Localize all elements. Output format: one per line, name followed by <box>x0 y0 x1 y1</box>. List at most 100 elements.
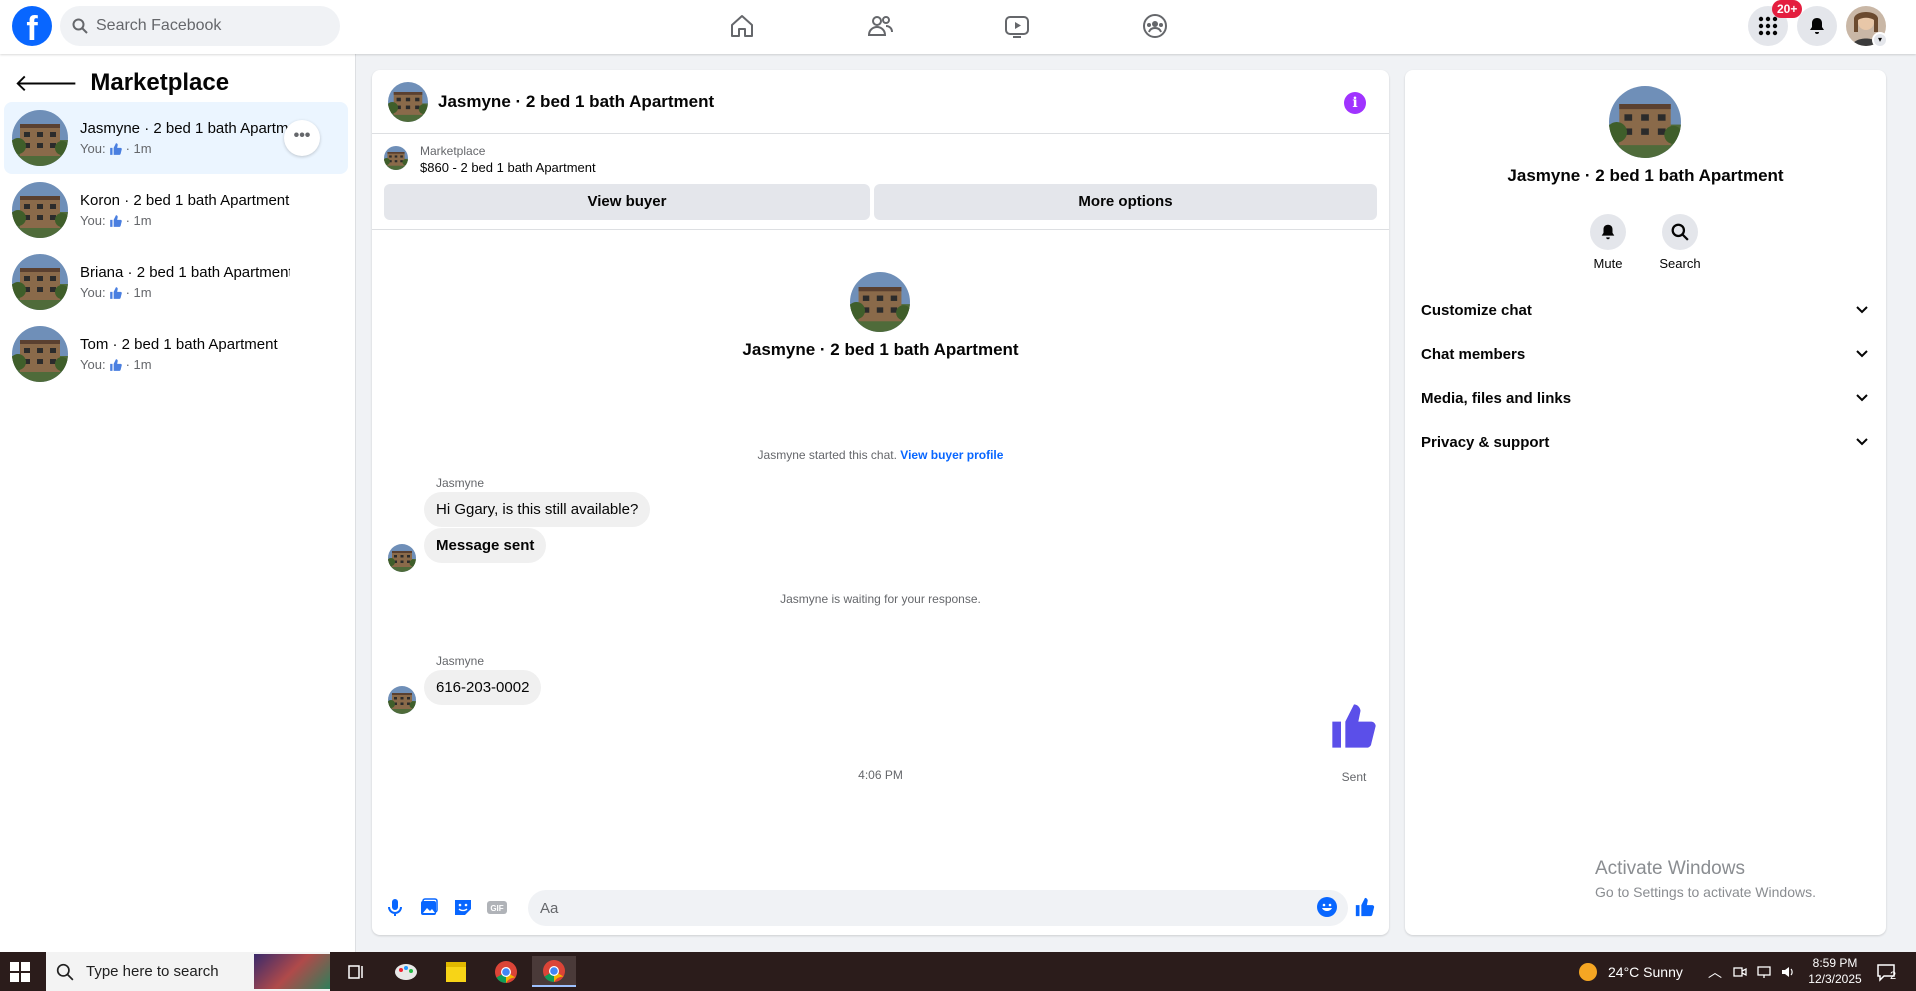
search-input[interactable] <box>96 17 316 35</box>
taskbar-clock[interactable]: 8:59 PM 12/3/2025 <box>1800 955 1870 987</box>
message-composer: GIF <box>372 884 1389 932</box>
conversation-item[interactable]: Tom · 2 bed 1 bath Apartment You: · 1m <box>4 318 348 390</box>
view-buyer-button[interactable]: View buyer <box>384 184 870 220</box>
bell-icon <box>1810 18 1824 34</box>
conversation-name: Tom · 2 bed 1 bath Apartment <box>80 336 278 353</box>
conversation-avatar <box>12 182 68 238</box>
listing-price-title[interactable]: $860 - 2 bed 1 bath Apartment <box>420 160 596 175</box>
watch-video-icon[interactable] <box>1003 12 1033 42</box>
chat-title[interactable]: Jasmyne · 2 bed 1 bath Apartment <box>438 92 714 112</box>
conversation-item[interactable]: Koron · 2 bed 1 bath Apartment You: · 1m <box>4 174 348 246</box>
back-arrow-icon[interactable]: 🡐 <box>14 68 78 98</box>
sun-icon <box>1579 962 1597 981</box>
sticky-notes-icon[interactable] <box>436 956 476 987</box>
network-icon[interactable] <box>1756 964 1772 980</box>
search-action[interactable]: Search <box>1645 214 1715 271</box>
action-center-button[interactable]: 2 <box>1876 952 1896 991</box>
windows-start-icon[interactable] <box>10 962 30 982</box>
notifications-button[interactable] <box>1797 6 1837 46</box>
search-label: Search <box>1659 256 1701 271</box>
conversation-prefix: You: <box>80 285 106 300</box>
conversation-time: · 1m <box>125 285 152 300</box>
chat-header-avatar[interactable] <box>388 82 428 122</box>
section-customize-chat[interactable]: Customize chat <box>1421 288 1877 332</box>
windows-taskbar: Type here to search 24°C Sunny ︿ 8:59 PM… <box>0 952 1916 991</box>
details-sections: Customize chat Chat members Media, files… <box>1421 288 1877 464</box>
volume-icon[interactable] <box>1780 964 1796 980</box>
details-avatar[interactable] <box>1609 86 1681 158</box>
section-media-files-links[interactable]: Media, files and links <box>1421 376 1877 420</box>
meet-now-icon[interactable] <box>1732 964 1748 980</box>
weather-widget[interactable]: 24°C Sunny <box>1578 952 1683 991</box>
chevron-down-icon <box>1856 394 1868 402</box>
listing-thumbnail[interactable] <box>384 146 408 170</box>
task-view-icon[interactable] <box>336 956 376 987</box>
view-buyer-profile-link[interactable]: View buyer profile <box>900 448 1003 462</box>
friends-icon[interactable] <box>866 12 896 42</box>
message-bubble[interactable]: Hi Ggary, is this still available? <box>424 492 651 527</box>
section-label: Chat members <box>1421 345 1526 363</box>
intro-name: Jasmyne · 2 bed 1 bath Apartment <box>742 340 1019 359</box>
message-timestamp: 4:06 PM <box>858 768 903 782</box>
activate-windows-watermark: Activate Windows Go to Settings to activ… <box>1595 858 1816 900</box>
conversation-avatar <box>12 254 68 310</box>
waiting-notice: Jasmyne is waiting for your response. <box>780 592 981 606</box>
search-icon <box>72 18 88 34</box>
chevron-up-icon[interactable]: ︿ <box>1708 962 1722 982</box>
like-icon <box>108 142 124 156</box>
message-bubble[interactable]: 616-203-0002 <box>424 670 542 705</box>
svg-text:GIF: GIF <box>490 904 503 913</box>
paint-app-icon[interactable] <box>386 956 426 987</box>
conversation-time: · 1m <box>125 213 152 228</box>
message-input[interactable] <box>528 890 1348 926</box>
message-bubble[interactable]: Message sent <box>424 528 547 563</box>
section-chat-members[interactable]: Chat members <box>1421 332 1877 376</box>
conversation-time: · 1m <box>125 141 152 156</box>
account-chevron-icon[interactable]: ▾ <box>1872 32 1888 48</box>
microphone-icon[interactable] <box>384 896 406 918</box>
emoji-icon[interactable] <box>1316 896 1338 918</box>
section-label: Media, files and links <box>1421 389 1572 407</box>
chat-panel: Jasmyne · 2 bed 1 bath Apartment i Marke… <box>372 70 1389 935</box>
sender-name: Jasmyne <box>436 476 485 490</box>
conversation-avatar <box>12 110 68 166</box>
chat-header: Jasmyne · 2 bed 1 bath Apartment i <box>372 70 1389 134</box>
photo-icon[interactable] <box>418 896 440 918</box>
groups-icon[interactable] <box>1141 12 1171 42</box>
message-thread: Jasmyne · 2 bed 1 bath Apartment Jasmyne… <box>372 230 1389 880</box>
search-box[interactable] <box>60 6 340 46</box>
details-name: Jasmyne · 2 bed 1 bath Apartment <box>1507 166 1784 185</box>
chrome-icon[interactable] <box>486 956 526 987</box>
taskbar-search[interactable]: Type here to search <box>46 952 330 991</box>
sender-name: Jasmyne <box>436 654 485 668</box>
section-privacy-support[interactable]: Privacy & support <box>1421 420 1877 464</box>
clock-time: 8:59 PM <box>1812 956 1858 970</box>
facebook-logo-letter: f <box>26 10 38 46</box>
sent-like-icon[interactable] <box>1328 700 1380 752</box>
intro-avatar[interactable] <box>850 272 910 332</box>
like-send-icon[interactable] <box>1354 896 1376 918</box>
clock-date: 12/3/2025 <box>1808 972 1862 986</box>
more-options-button[interactable]: More options <box>874 184 1377 220</box>
section-label: Privacy & support <box>1421 433 1550 451</box>
system-tray: ︿ <box>1708 952 1796 991</box>
conversation-options-button[interactable]: ••• <box>284 120 320 156</box>
sent-status: Sent <box>1341 770 1367 784</box>
sticker-icon[interactable] <box>452 896 474 918</box>
mute-action[interactable]: Mute <box>1573 214 1643 271</box>
like-icon <box>108 358 124 372</box>
bell-icon <box>1601 224 1615 240</box>
info-icon[interactable]: i <box>1344 92 1366 114</box>
chrome-active-icon[interactable] <box>532 956 576 987</box>
conversation-name: Jasmyne · 2 bed 1 bath Apartment <box>80 120 290 137</box>
conversation-prefix: You: <box>80 141 106 156</box>
conversation-item[interactable]: Jasmyne · 2 bed 1 bath Apartment You: · 1… <box>4 102 348 174</box>
gif-icon[interactable]: GIF <box>486 896 508 918</box>
home-icon[interactable] <box>728 12 758 42</box>
like-icon <box>108 214 124 228</box>
conversation-item[interactable]: Briana · 2 bed 1 bath Apartment You: · 1m <box>4 246 348 318</box>
watermark-title: Activate Windows <box>1595 858 1745 879</box>
conversation-time: · 1m <box>125 357 152 372</box>
search-highlight-image[interactable] <box>254 954 330 989</box>
facebook-logo[interactable]: f <box>12 6 52 46</box>
